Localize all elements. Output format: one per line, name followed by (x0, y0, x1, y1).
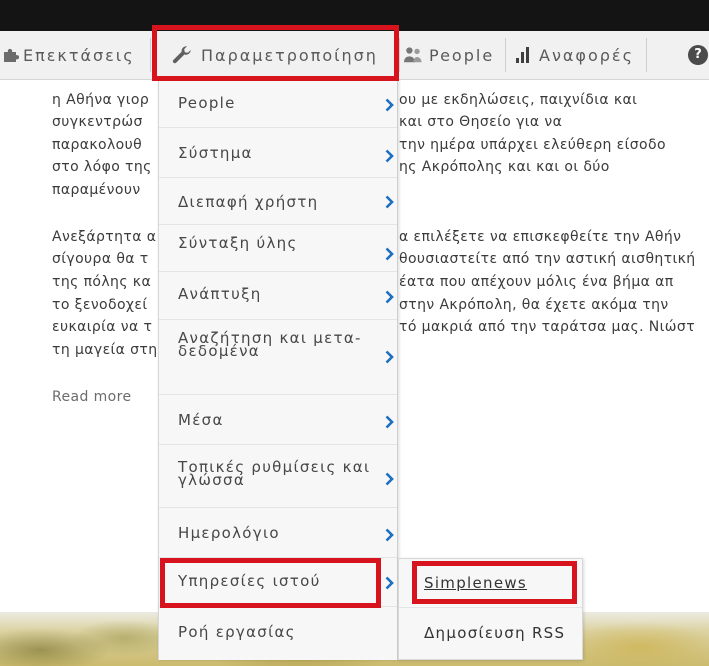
chevron-right-icon (385, 289, 394, 304)
menu-item-label: People (178, 94, 236, 112)
body-text-line: της πόλης κα (52, 274, 152, 290)
body-text-line: συγκεντρώσ (52, 114, 143, 130)
menu-item-development[interactable]: Ανάπτυξη (159, 272, 397, 320)
body-text-line: την ημέρα υπάρχει ελεύθερη είσοδο (399, 137, 666, 153)
body-text-line: το ξενοδοχεί (52, 297, 148, 313)
body-text-line: ευκαιρία να τ (52, 319, 153, 335)
chevron-right-icon (385, 97, 394, 112)
body-text-line: στην Ακρόπολη, θα έχετε ακόμα την (399, 297, 669, 313)
body-text-line: στο λόφο της (52, 159, 152, 175)
chevron-right-icon (385, 148, 394, 163)
chevron-right-icon (385, 527, 394, 542)
chevron-right-icon (385, 349, 394, 364)
menu-item-label: Σύστημα (178, 144, 253, 162)
body-text-line: τη μαγεία στη (52, 342, 158, 358)
menu-item-date[interactable]: Ημερολόγιο (159, 508, 397, 558)
body-text-line: σίγουρα θα τ (52, 251, 149, 267)
submenu-item-label: Δημοσίευση RSS (424, 624, 566, 642)
menu-item-label: Υπηρεσίες ιστού (178, 572, 321, 590)
body-text-line: παρακολουθ (52, 137, 143, 153)
body-text-line: παραμένουν (52, 182, 141, 198)
chevron-right-icon (385, 246, 394, 261)
chevron-right-icon (385, 194, 394, 209)
menu-item-web-services[interactable]: Υπηρεσίες ιστού (159, 558, 397, 607)
menu-item-people[interactable]: People (159, 80, 397, 128)
content-right-column: ου με εκδηλώσεις, παιχνίδια και και στο … (399, 0, 709, 420)
submenu-item-label: Simplenews (424, 574, 528, 592)
menu-item-label: Μέσα (178, 411, 224, 429)
body-text-line: και στο Θησείο για να (399, 114, 563, 130)
menu-item-content-authoring[interactable]: Σύνταξη ύλης (159, 225, 397, 272)
body-text-line: ου με εκδηλώσεις, παιχνίδια και (399, 92, 638, 108)
toolbar-item-label: Παραμετροποίηση (201, 45, 378, 65)
submenu-item-simplenews[interactable]: Simplenews (399, 559, 582, 608)
menu-item-media[interactable]: Μέσα (159, 395, 397, 445)
configuration-dropdown-menu: People Σύστημα Διεπαφή χρήστη Σύνταξη ύλ… (158, 80, 398, 660)
body-text-line: τό μακριά από την ταράτσα μας. Νιώστ (399, 319, 696, 335)
web-services-submenu: Simplenews Δημοσίευση RSS (398, 558, 583, 660)
menu-item-label: Αναζήτηση και μετα-δεδομένα (178, 329, 362, 360)
menu-item-label: Τοπικές ρυθμίσεις και γλώσσα (178, 458, 371, 489)
toolbar-item-configuration[interactable]: Παραμετροποίηση (171, 31, 378, 79)
wrench-icon (171, 44, 193, 66)
content-left-column: η Αθήνα γιορ συγκεντρώσ παρακολουθ στο λ… (52, 0, 158, 420)
menu-item-regional-language[interactable]: Τοπικές ρυθμίσεις και γλώσσα (159, 445, 397, 508)
body-text-line: α επιλέξετε να επισκεφθείτε την Αθήν (399, 229, 682, 245)
submenu-item-rss-publishing[interactable]: Δημοσίευση RSS (399, 608, 582, 659)
chevron-right-icon (385, 471, 394, 486)
menu-item-label: Διεπαφή χρήστη (178, 193, 319, 211)
puzzle-icon (3, 47, 19, 63)
menu-item-system[interactable]: Σύστημα (159, 128, 397, 178)
menu-item-label: Ροή εργασίας (178, 623, 296, 641)
menu-item-label: Ανάπτυξη (178, 285, 262, 303)
body-text-line: η Αθήνα γιορ (52, 92, 150, 108)
menu-item-workflow[interactable]: Ροή εργασίας (159, 607, 397, 660)
chevron-right-icon (385, 414, 394, 429)
menu-item-user-interface[interactable]: Διεπαφή χρήστη (159, 178, 397, 225)
body-text-line: Ανεξάρτητα α (52, 229, 157, 245)
menu-item-label: Ημερολόγιο (178, 524, 280, 542)
chevron-right-icon (385, 575, 394, 590)
menu-item-label: Σύνταξη ύλης (178, 234, 298, 252)
body-text-line: θουσιαστείτε από την αστική αισθητική (399, 251, 696, 267)
body-text-line: ης Ακρόπολης και και οι δύο (399, 159, 610, 175)
read-more-link[interactable]: Read more (52, 387, 132, 407)
menu-item-search-metadata[interactable]: Αναζήτηση και μετα-δεδομένα (159, 320, 397, 395)
body-text-line: έατα που απέχουν μόλις ένα βήμα απ (399, 274, 674, 290)
